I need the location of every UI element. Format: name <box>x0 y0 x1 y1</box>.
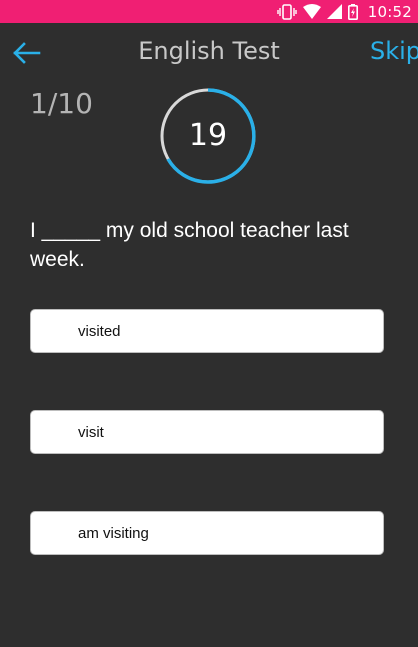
status-bar: 10:52 <box>0 0 418 23</box>
answer-option-label: visited <box>78 323 121 340</box>
app-toolbar: English Test Skip <box>0 23 418 83</box>
answer-option-3[interactable]: am visiting <box>30 511 384 555</box>
answer-option-label: visit <box>78 424 104 441</box>
signal-icon <box>326 4 342 19</box>
status-icons: 10:52 <box>277 0 412 23</box>
answer-option-2[interactable]: visit <box>30 410 384 454</box>
countdown-timer: 19 <box>160 88 256 184</box>
question-text: I _____ my old school teacher last week. <box>30 219 349 271</box>
battery-charging-icon <box>347 3 358 20</box>
status-time: 10:52 <box>367 2 412 21</box>
answer-option-1[interactable]: visited <box>30 309 384 353</box>
timer-value: 19 <box>188 118 228 153</box>
vibrate-icon <box>277 3 297 20</box>
skip-button[interactable]: Skip <box>370 37 418 65</box>
question-progress: 1/10 <box>30 87 93 120</box>
answer-option-label: am visiting <box>78 525 149 542</box>
wifi-icon <box>302 4 321 19</box>
page-title: English Test <box>138 37 280 65</box>
